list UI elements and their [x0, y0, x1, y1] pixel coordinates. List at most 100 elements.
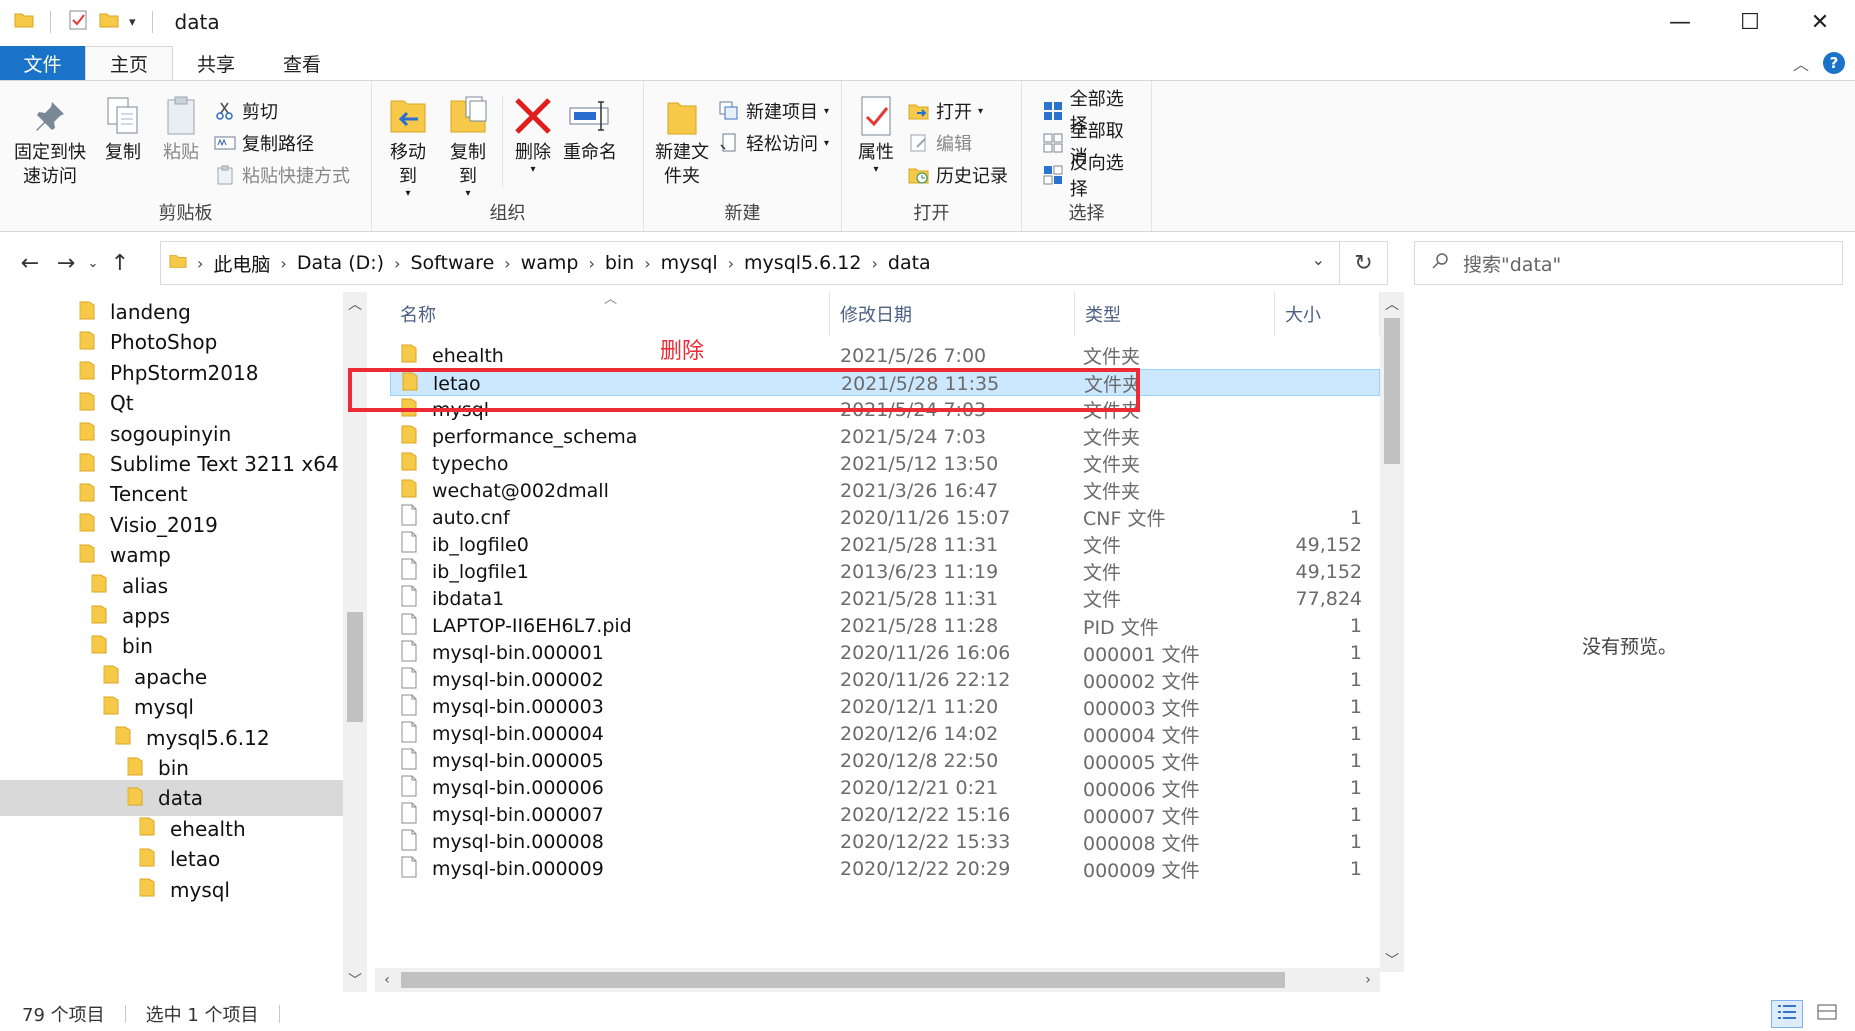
chevron-right-icon[interactable]: ›: [193, 254, 207, 273]
file-type: 000004 文件: [1083, 724, 1200, 747]
new-folder-quick-icon[interactable]: [99, 10, 119, 35]
minimize-button[interactable]: —: [1645, 0, 1715, 44]
scroll-right-icon[interactable]: ›: [1356, 968, 1380, 992]
file-row[interactable]: mysql-bin.000008 2020/12/22 15:33 000008 文…: [390, 829, 1380, 856]
maximize-button[interactable]: ☐: [1715, 0, 1785, 44]
file-date: 2020/11/26 15:07: [840, 506, 1011, 529]
file-name-cell: wechat@002dmall: [400, 477, 609, 504]
chevron-right-icon[interactable]: ›: [276, 254, 290, 273]
file-row[interactable]: ehealth 2021/5/26 7:00 文件夹: [390, 342, 1380, 369]
chevron-right-icon[interactable]: ›: [584, 254, 598, 273]
close-button[interactable]: ✕: [1785, 0, 1855, 44]
folder-icon: [90, 572, 108, 599]
file-list-scroll-thumb[interactable]: [1384, 318, 1400, 464]
file-name: LAPTOP-II6EH6L7.pid: [432, 615, 632, 637]
tree-item[interactable]: mysql: [0, 872, 343, 908]
file-row[interactable]: mysql-bin.000009 2020/12/22 20:29 000009 文…: [390, 856, 1380, 883]
breadcrumb-mysql[interactable]: mysql: [655, 252, 724, 274]
file-list-hscrollbar[interactable]: ‹ ›: [375, 968, 1380, 992]
scroll-up-icon[interactable]: ︿: [1380, 292, 1404, 316]
chevron-right-icon[interactable]: ›: [867, 254, 881, 273]
scroll-up-icon[interactable]: ︿: [343, 292, 367, 316]
cut-button[interactable]: 剪切: [210, 97, 354, 125]
file-row[interactable]: LAPTOP-II6EH6L7.pid 2021/5/28 11:28 PID 文件…: [390, 613, 1380, 640]
help-icon[interactable]: ?: [1823, 52, 1845, 74]
forward-button[interactable]: →: [48, 243, 84, 283]
file-row[interactable]: ibdata1 2021/5/28 11:31 文件 77,824: [390, 585, 1380, 612]
paste-shortcut-button[interactable]: 粘贴快捷方式: [210, 161, 354, 189]
easy-access-button[interactable]: 轻松访问 ▾: [714, 129, 833, 157]
column-header-type[interactable]: 类型: [1075, 292, 1275, 336]
tab-home[interactable]: 主页: [85, 46, 174, 80]
invert-selection-button[interactable]: 反向选择: [1038, 153, 1145, 200]
folder-icon: [114, 724, 132, 751]
copy-path-button[interactable]: 复制路径: [210, 129, 354, 157]
file-row[interactable]: performance_schema 2021/5/24 7:03 文件夹: [390, 423, 1380, 450]
properties-quick-icon[interactable]: [67, 9, 89, 36]
tree-scroll-thumb[interactable]: [347, 612, 363, 722]
recent-locations-button[interactable]: ⌄: [84, 243, 102, 283]
up-button[interactable]: ↑: [102, 243, 138, 283]
search-box[interactable]: 搜索"data": [1414, 241, 1843, 285]
large-icons-view-button[interactable]: [1811, 1000, 1843, 1028]
file-icon: [400, 802, 418, 829]
file-row[interactable]: wechat@002dmall 2021/3/26 16:47 文件夹: [390, 477, 1380, 504]
file-row[interactable]: auto.cnf 2020/11/26 15:07 CNF 文件 1: [390, 504, 1380, 531]
back-button[interactable]: ←: [12, 243, 48, 283]
chevron-right-icon[interactable]: ›: [390, 254, 404, 273]
file-row[interactable]: ib_logfile0 2021/5/28 11:31 文件 49,152: [390, 531, 1380, 558]
refresh-button[interactable]: ↻: [1339, 242, 1387, 284]
breadcrumb-wamp[interactable]: wamp: [515, 252, 585, 274]
file-row[interactable]: mysql-bin.000003 2020/12/1 11:20 000003 文件…: [390, 694, 1380, 721]
address-bar[interactable]: › 此电脑 › Data (D:) › Software › wamp › bi…: [160, 241, 1388, 285]
folder-icon: [169, 251, 187, 275]
tree-item-label: letao: [170, 847, 221, 872]
open-button[interactable]: 打开 ▾: [904, 97, 1012, 125]
file-row[interactable]: ib_logfile1 2013/6/23 11:19 文件 49,152: [390, 558, 1380, 585]
breadcrumb-data-drive[interactable]: Data (D:): [291, 252, 390, 274]
edit-button[interactable]: 编辑: [904, 129, 1012, 157]
file-list-scrollbar[interactable]: ︿ ﹀: [1380, 292, 1404, 972]
file-name-cell: mysql-bin.000004: [400, 721, 604, 748]
file-row[interactable]: mysql-bin.000004 2020/12/6 14:02 000004 文件…: [390, 721, 1380, 748]
tab-file[interactable]: 文件: [0, 46, 85, 80]
folder-icon: [102, 694, 120, 721]
column-header-date[interactable]: 修改日期: [830, 292, 1075, 336]
address-dropdown-icon[interactable]: ⌄: [1312, 250, 1325, 269]
file-row[interactable]: typecho 2021/5/12 13:50 文件夹: [390, 450, 1380, 477]
chevron-right-icon[interactable]: ›: [640, 254, 654, 273]
tab-view[interactable]: 查看: [259, 46, 345, 80]
arrow-up-icon: ↑: [110, 250, 130, 276]
file-name-cell: mysql-bin.000009: [400, 856, 604, 883]
breadcrumb-data[interactable]: data: [882, 252, 937, 274]
file-row[interactable]: mysql-bin.000006 2020/12/21 0:21 000006 文件…: [390, 775, 1380, 802]
new-item-button[interactable]: 新建项目 ▾: [714, 97, 833, 125]
breadcrumb-software[interactable]: Software: [405, 252, 501, 274]
chevron-right-icon[interactable]: ›: [500, 254, 514, 273]
open-group: 属性 ▾ 打开 ▾ 编辑 历史记录 打开: [842, 81, 1022, 231]
file-row[interactable]: mysql-bin.000005 2020/12/8 22:50 000005 文件…: [390, 748, 1380, 775]
file-row[interactable]: mysql-bin.000002 2020/11/26 22:12 000002 文…: [390, 667, 1380, 694]
details-view-button[interactable]: [1771, 1000, 1803, 1028]
folder-icon: [400, 423, 418, 450]
scroll-down-icon[interactable]: ﹀: [1380, 948, 1404, 972]
collapse-ribbon-icon[interactable]: ︿: [1793, 51, 1809, 75]
tab-share[interactable]: 共享: [173, 46, 259, 80]
file-list-hscroll-thumb[interactable]: [401, 972, 1285, 988]
history-button[interactable]: 历史记录: [904, 161, 1012, 189]
column-header-name[interactable]: 名称 ︿: [390, 292, 830, 336]
customize-dropdown-icon[interactable]: ▾: [129, 15, 136, 30]
file-name: auto.cnf: [432, 506, 510, 529]
scroll-down-icon[interactable]: ﹀: [343, 968, 367, 992]
column-header-size[interactable]: 大小: [1275, 292, 1380, 336]
chevron-right-icon[interactable]: ›: [724, 254, 738, 273]
file-icon: [400, 585, 418, 612]
breadcrumb-bin[interactable]: bin: [599, 252, 640, 274]
file-size: 1: [1349, 642, 1362, 665]
folder-icon: [78, 299, 96, 326]
file-row[interactable]: mysql-bin.000007 2020/12/22 15:16 000007 文…: [390, 802, 1380, 829]
file-row[interactable]: mysql-bin.000001 2020/11/26 16:06 000001 文…: [390, 640, 1380, 667]
breadcrumb-this-pc[interactable]: 此电脑: [207, 250, 276, 277]
breadcrumb-mysql5612[interactable]: mysql5.6.12: [738, 252, 867, 274]
scroll-left-icon[interactable]: ‹: [375, 968, 399, 992]
